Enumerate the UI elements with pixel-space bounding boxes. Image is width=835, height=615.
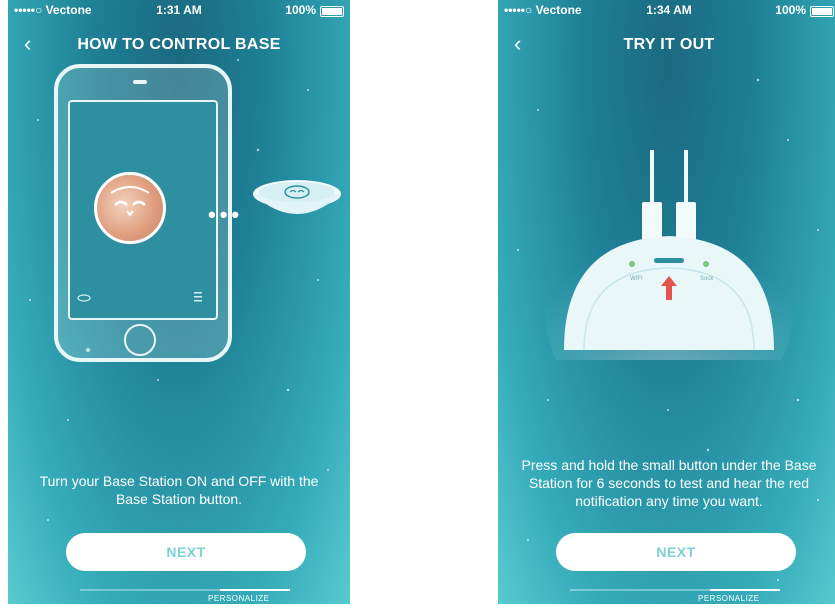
- phone-home-button: [124, 324, 156, 356]
- next-button[interactable]: NEXT: [556, 533, 796, 571]
- progress-section-label: PERSONALIZE: [698, 594, 760, 603]
- owl-face-icon: [110, 186, 150, 217]
- screen-try-it-out: •••••○ Vectone 1:34 AM 100% ‹ TRY IT OUT…: [498, 0, 835, 604]
- status-bar: •••••○ Vectone 1:34 AM 100%: [498, 0, 835, 20]
- battery-icon: [320, 6, 344, 17]
- progress-fill: [710, 589, 780, 591]
- onboarding-progress: [570, 589, 780, 591]
- nav-bar: ‹ HOW TO CONTROL BASE: [8, 32, 350, 58]
- progress-section-label: PERSONALIZE: [208, 594, 270, 603]
- base-station-test-illustration: WIFI Sock: [545, 150, 793, 360]
- nav-bar: ‹ TRY IT OUT: [498, 32, 835, 58]
- wifi-led-label: WIFI: [630, 276, 643, 282]
- progress-fill: [220, 589, 290, 591]
- sock-led-label: Sock: [700, 276, 714, 282]
- battery-percent: 100%: [285, 3, 316, 17]
- instruction-text: Press and hold the small button under th…: [521, 457, 817, 509]
- connection-dots: •••: [208, 202, 244, 227]
- phone-speaker: [133, 80, 147, 84]
- owl-baby-avatar: [94, 172, 166, 244]
- page-title: HOW TO CONTROL BASE: [77, 36, 281, 53]
- battery-icon: [810, 6, 834, 17]
- next-button[interactable]: NEXT: [66, 533, 306, 571]
- instruction-text: Turn your Base Station ON and OFF with t…: [39, 473, 319, 507]
- battery-percent: 100%: [775, 3, 806, 17]
- screen-how-to-control-base: •••••○ Vectone 1:31 AM 100% ‹ HOW TO CON…: [8, 0, 350, 604]
- base-station-illustration: [253, 180, 341, 214]
- onboarding-progress: [80, 589, 290, 591]
- page-title: TRY IT OUT: [623, 36, 715, 53]
- status-bar: •••••○ Vectone 1:31 AM 100%: [8, 0, 350, 20]
